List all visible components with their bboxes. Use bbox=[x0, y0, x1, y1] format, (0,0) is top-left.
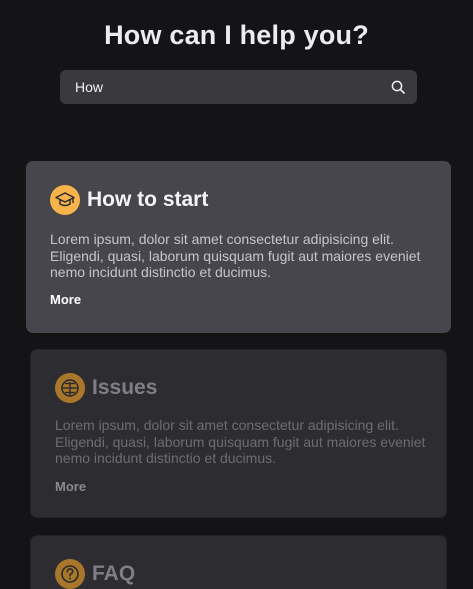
card-description: Lorem ipsum, dolor sit amet consectetur … bbox=[50, 231, 421, 280]
card-faq[interactable]: FAQ bbox=[30, 535, 447, 589]
card-icon-badge bbox=[50, 185, 80, 215]
card-description: Lorem ipsum, dolor sit amet consectetur … bbox=[55, 417, 426, 466]
card-title: FAQ bbox=[92, 562, 136, 585]
more-link[interactable]: More bbox=[50, 292, 81, 307]
card-how-to-start[interactable]: How to start Lorem ipsum, dolor sit amet… bbox=[26, 161, 451, 333]
card-header: FAQ bbox=[55, 559, 135, 589]
search-input[interactable] bbox=[60, 70, 380, 104]
graduation-cap-icon bbox=[55, 192, 75, 207]
card-issues[interactable]: Issues Lorem ipsum, dolor sit amet conse… bbox=[30, 349, 447, 518]
card-title: How to start bbox=[87, 188, 209, 211]
card-icon-badge bbox=[55, 373, 85, 403]
search-bar bbox=[60, 70, 417, 104]
card-title: Issues bbox=[92, 376, 158, 399]
more-link[interactable]: More bbox=[55, 479, 86, 494]
help-page: How can I help you? How to start Lorem i… bbox=[0, 0, 473, 589]
card-header: How to start bbox=[50, 185, 208, 215]
card-header: Issues bbox=[55, 373, 157, 403]
page-title: How can I help you? bbox=[104, 20, 369, 50]
bug-icon bbox=[61, 379, 79, 397]
question-circle-icon bbox=[61, 565, 79, 583]
card-icon-badge bbox=[55, 559, 85, 589]
search-icon[interactable] bbox=[391, 80, 405, 94]
